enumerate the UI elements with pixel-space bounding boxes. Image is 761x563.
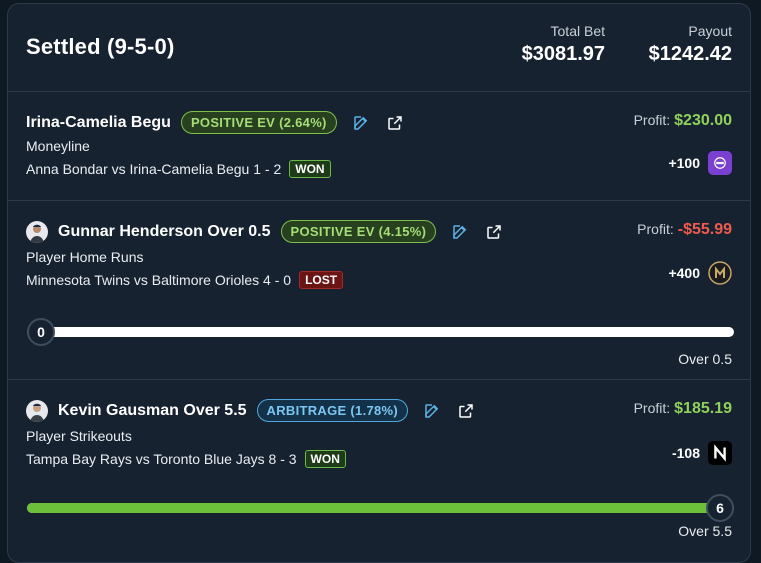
profit-display: Profit: -$55.99: [637, 221, 732, 239]
odds-value: +400: [668, 265, 700, 281]
bet-name: Gunnar Henderson Over 0.5: [58, 222, 271, 240]
player-avatar: [26, 220, 48, 243]
odds-value: -108: [671, 445, 700, 461]
odds-display: +100: [668, 151, 732, 175]
market-type: Player Home Runs: [26, 249, 144, 265]
progress-value-knob: 6: [706, 494, 734, 522]
positive-ev-tag: POSITIVE EV (2.64%): [180, 111, 337, 134]
bet-title-row: Gunnar Henderson Over 0.5 POSITIVE EV (4…: [26, 220, 504, 243]
novig-icon: [708, 441, 732, 465]
progress-value-knob: 0: [27, 318, 55, 346]
total-bet-value: $3081.97: [521, 43, 605, 65]
odds-display: +400: [668, 261, 732, 285]
external-link-icon[interactable]: [484, 222, 504, 242]
payout-value: $1242.42: [648, 43, 732, 65]
profit-amount: -$55.99: [677, 221, 732, 238]
result-badge: WON: [289, 160, 331, 178]
market-type: Moneyline: [26, 138, 90, 154]
page-title: Settled (9-5-0): [26, 34, 175, 59]
bet-card: Irina-Camelia Begu POSITIVE EV (2.64%) P…: [8, 92, 750, 201]
bet-name: Kevin Gausman Over 5.5: [58, 401, 247, 419]
payout-label: Payout: [688, 23, 732, 39]
edit-icon[interactable]: [422, 401, 442, 421]
matchup-score: Minnesota Twins vs Baltimore Orioles 4 -…: [26, 272, 292, 288]
progress-track: [27, 503, 734, 513]
total-bet-stat: Total Bet $3081.97: [522, 23, 605, 66]
profit-display: Profit: $185.19: [634, 400, 732, 418]
odds-value: +100: [668, 155, 700, 171]
matchup-row: Minnesota Twins vs Baltimore Orioles 4 -…: [26, 271, 344, 289]
bet-title-row: Kevin Gausman Over 5.5 ARBITRAGE (1.78%): [26, 399, 476, 422]
external-link-icon[interactable]: [385, 113, 405, 133]
progress-fill: [27, 503, 734, 513]
payout-stat: Payout $1242.42: [649, 23, 732, 66]
profit-label: Profit:: [633, 400, 671, 416]
result-badge: LOST: [299, 271, 344, 289]
line-label: Over 5.5: [678, 523, 732, 539]
bet-card: Gunnar Henderson Over 0.5 POSITIVE EV (4…: [8, 201, 750, 380]
profit-label: Profit:: [633, 112, 671, 128]
profit-amount: $185.19: [674, 400, 732, 417]
bet-card: Kevin Gausman Over 5.5 ARBITRAGE (1.78%)…: [8, 380, 750, 560]
positive-ev-tag: POSITIVE EV (4.15%): [280, 220, 437, 243]
bet-title-row: Irina-Camelia Begu POSITIVE EV (2.64%): [26, 111, 405, 134]
betmgm-icon: [708, 261, 732, 285]
profit-label: Profit:: [637, 221, 674, 237]
matchup-score: Anna Bondar vs Irina-Camelia Begu 1 - 2: [26, 161, 282, 177]
arbitrage-tag: ARBITRAGE (1.78%): [256, 399, 409, 422]
matchup-row: Tampa Bay Rays vs Toronto Blue Jays 8 - …: [26, 450, 346, 468]
settled-header: Settled (9-5-0) Total Bet $3081.97 Payou…: [8, 4, 750, 92]
progress-track: [27, 327, 734, 337]
total-bet-label: Total Bet: [550, 23, 605, 39]
bet-name: Irina-Camelia Begu: [26, 113, 171, 131]
profit-amount: $230.00: [674, 112, 732, 129]
odds-display: -108: [672, 441, 732, 465]
hard-rock-bet-icon: [708, 151, 732, 175]
player-avatar: [26, 399, 48, 422]
market-type: Player Strikeouts: [26, 428, 132, 444]
line-label: Over 0.5: [678, 351, 732, 367]
matchup-score: Tampa Bay Rays vs Toronto Blue Jays 8 - …: [26, 451, 297, 467]
profit-display: Profit: $230.00: [634, 112, 732, 130]
edit-icon[interactable]: [351, 113, 371, 133]
result-badge: WON: [304, 450, 346, 468]
external-link-icon[interactable]: [456, 401, 476, 421]
edit-icon[interactable]: [450, 222, 470, 242]
settled-bets-panel: Settled (9-5-0) Total Bet $3081.97 Payou…: [7, 3, 751, 563]
matchup-row: Anna Bondar vs Irina-Camelia Begu 1 - 2 …: [26, 160, 331, 178]
